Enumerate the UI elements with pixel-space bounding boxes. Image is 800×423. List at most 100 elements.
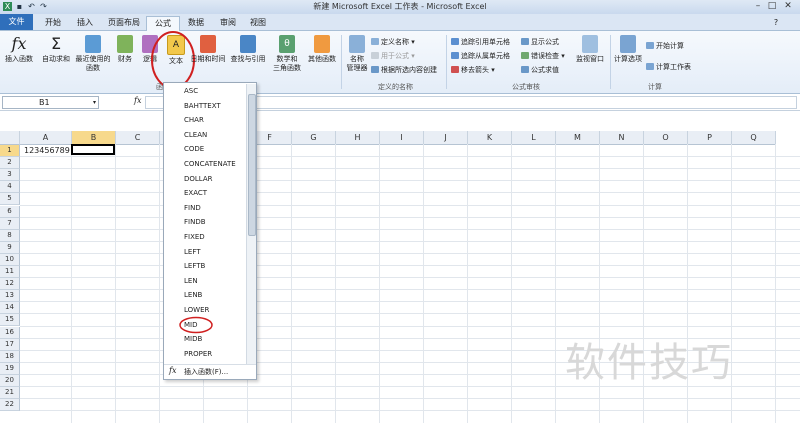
minimize-icon[interactable]: – bbox=[752, 1, 764, 12]
row-header-12[interactable]: 12 bbox=[0, 278, 20, 291]
autosum-button[interactable]: Σ 自动求和 bbox=[38, 35, 74, 64]
column-header-q[interactable]: Q bbox=[732, 131, 776, 145]
menu-item-dollar[interactable]: DOLLAR bbox=[184, 174, 213, 184]
gridline bbox=[20, 228, 800, 230]
row-header-22[interactable]: 22 bbox=[0, 399, 20, 412]
row-header-13[interactable]: 13 bbox=[0, 290, 20, 303]
menu-item-exact[interactable]: EXACT bbox=[184, 188, 207, 198]
close-icon[interactable]: ✕ bbox=[782, 1, 794, 12]
tab-home[interactable]: 开始 bbox=[38, 16, 68, 30]
row-header-14[interactable]: 14 bbox=[0, 302, 20, 315]
menu-item-find[interactable]: FIND bbox=[184, 203, 201, 213]
help-icon[interactable]: ? bbox=[770, 16, 782, 30]
maximize-icon[interactable]: □ bbox=[766, 1, 778, 12]
financial-button[interactable]: 财务 bbox=[114, 35, 136, 64]
select-all-corner[interactable] bbox=[0, 131, 20, 145]
menu-item-leftb[interactable]: LEFTB bbox=[184, 261, 205, 271]
menu-item-clean[interactable]: CLEAN bbox=[184, 130, 207, 140]
column-header-c[interactable]: C bbox=[116, 131, 160, 145]
row-header-15[interactable]: 15 bbox=[0, 314, 20, 327]
column-header-k[interactable]: K bbox=[468, 131, 512, 145]
row-header-3[interactable]: 3 bbox=[0, 169, 20, 182]
chevron-down-icon[interactable]: ▾ bbox=[93, 97, 96, 108]
tab-insert[interactable]: 插入 bbox=[70, 16, 100, 30]
more-functions-button[interactable]: 其他函数 bbox=[306, 35, 338, 64]
menu-item-len[interactable]: LEN bbox=[184, 276, 198, 286]
fx-button[interactable]: fx bbox=[134, 96, 141, 105]
column-header-l[interactable]: L bbox=[512, 131, 556, 145]
menu-item-asc[interactable]: ASC bbox=[184, 86, 198, 96]
row-header-11[interactable]: 11 bbox=[0, 266, 20, 278]
insert-function-menu-item[interactable]: 插入函数(F)... bbox=[184, 367, 228, 377]
row-header-5[interactable]: 5 bbox=[0, 193, 20, 206]
row-header-1[interactable]: 1 bbox=[0, 145, 20, 157]
menu-item-lenb[interactable]: LENB bbox=[184, 290, 202, 300]
tab-view[interactable]: 视图 bbox=[244, 16, 272, 30]
column-header-o[interactable]: O bbox=[644, 131, 688, 145]
column-header-h[interactable]: H bbox=[336, 131, 380, 145]
evaluate-formula-button[interactable]: 公式求值 bbox=[521, 65, 559, 75]
column-header-i[interactable]: I bbox=[380, 131, 424, 145]
column-header-m[interactable]: M bbox=[556, 131, 600, 145]
row-header-8[interactable]: 8 bbox=[0, 229, 20, 242]
name-manager-button[interactable]: 名称 管理器 bbox=[344, 35, 370, 73]
scrollbar-thumb[interactable] bbox=[248, 94, 256, 236]
row-header-19[interactable]: 19 bbox=[0, 362, 20, 375]
row-header-4[interactable]: 4 bbox=[0, 181, 20, 194]
menu-item-proper[interactable]: PROPER bbox=[184, 349, 212, 359]
column-header-j[interactable]: J bbox=[424, 131, 468, 145]
datetime-button[interactable]: 日期和时间 bbox=[190, 35, 226, 64]
menu-item-bahttext[interactable]: BAHTTEXT bbox=[184, 101, 221, 111]
row-header-9[interactable]: 9 bbox=[0, 241, 20, 254]
tab-review[interactable]: 审阅 bbox=[214, 16, 242, 30]
define-name-button[interactable]: 定义名称 ▾ bbox=[371, 37, 415, 47]
remove-arrows-button[interactable]: 移去箭头 ▾ bbox=[451, 65, 495, 75]
row-header-18[interactable]: 18 bbox=[0, 350, 20, 363]
menu-item-char[interactable]: CHAR bbox=[184, 115, 204, 125]
column-header-b[interactable]: B bbox=[72, 131, 116, 145]
watch-window-button[interactable]: 监视窗口 bbox=[572, 35, 608, 64]
trace-dependents-button[interactable]: 追踪从属单元格 bbox=[451, 51, 510, 61]
menu-item-fixed[interactable]: FIXED bbox=[184, 232, 205, 242]
row-header-17[interactable]: 17 bbox=[0, 338, 20, 351]
row-header-16[interactable]: 16 bbox=[0, 326, 20, 339]
cell-a1[interactable]: 123456789 bbox=[24, 145, 70, 156]
column-header-n[interactable]: N bbox=[600, 131, 644, 145]
math-trig-button[interactable]: θ 数学和 三角函数 bbox=[270, 35, 304, 73]
gridline bbox=[20, 156, 800, 158]
lookup-button[interactable]: 查找与引用 bbox=[228, 35, 268, 64]
trace-precedents-button[interactable]: 追踪引用单元格 bbox=[451, 37, 510, 47]
row-header-21[interactable]: 21 bbox=[0, 387, 20, 399]
eraser-icon bbox=[451, 66, 459, 73]
recent-functions-button[interactable]: 最近使用的 函数 bbox=[74, 35, 112, 73]
show-formulas-button[interactable]: 显示公式 bbox=[521, 37, 559, 47]
error-checking-button[interactable]: 错误检查 ▾ bbox=[521, 51, 565, 61]
theta-icon: θ bbox=[279, 35, 295, 53]
menu-item-lower[interactable]: LOWER bbox=[184, 305, 209, 315]
row-header-10[interactable]: 10 bbox=[0, 253, 20, 266]
calc-sheet-button[interactable]: 计算工作表 bbox=[646, 62, 691, 72]
row-header-7[interactable]: 7 bbox=[0, 217, 20, 230]
menu-item-concatenate[interactable]: CONCATENATE bbox=[184, 159, 236, 169]
calc-options-button[interactable]: 计算选项 bbox=[612, 35, 644, 64]
use-in-formula-button[interactable]: 用于公式 ▾ bbox=[371, 51, 415, 61]
tab-page-layout[interactable]: 页面布局 bbox=[104, 16, 144, 30]
selected-cell-b1[interactable] bbox=[71, 144, 115, 155]
row-header-2[interactable]: 2 bbox=[0, 157, 20, 170]
calc-now-button[interactable]: 开始计算 bbox=[646, 41, 684, 51]
menu-item-left[interactable]: LEFT bbox=[184, 247, 201, 257]
tab-file[interactable]: 文件 bbox=[0, 14, 33, 30]
column-header-g[interactable]: G bbox=[292, 131, 336, 145]
menu-item-code[interactable]: CODE bbox=[184, 144, 204, 154]
menu-scrollbar[interactable] bbox=[246, 84, 256, 364]
menu-item-findb[interactable]: FINDB bbox=[184, 217, 206, 227]
menu-item-midb[interactable]: MIDB bbox=[184, 334, 202, 344]
column-header-p[interactable]: P bbox=[688, 131, 732, 145]
column-header-a[interactable]: A bbox=[20, 131, 72, 145]
row-header-6[interactable]: 6 bbox=[0, 205, 20, 218]
name-box[interactable]: B1 ▾ bbox=[2, 96, 99, 109]
insert-function-button[interactable]: fx 插入函数 bbox=[2, 35, 36, 64]
row-header-20[interactable]: 20 bbox=[0, 374, 20, 387]
create-from-selection-button[interactable]: 根据所选内容创建 bbox=[371, 65, 437, 75]
tab-data[interactable]: 数据 bbox=[182, 16, 210, 30]
